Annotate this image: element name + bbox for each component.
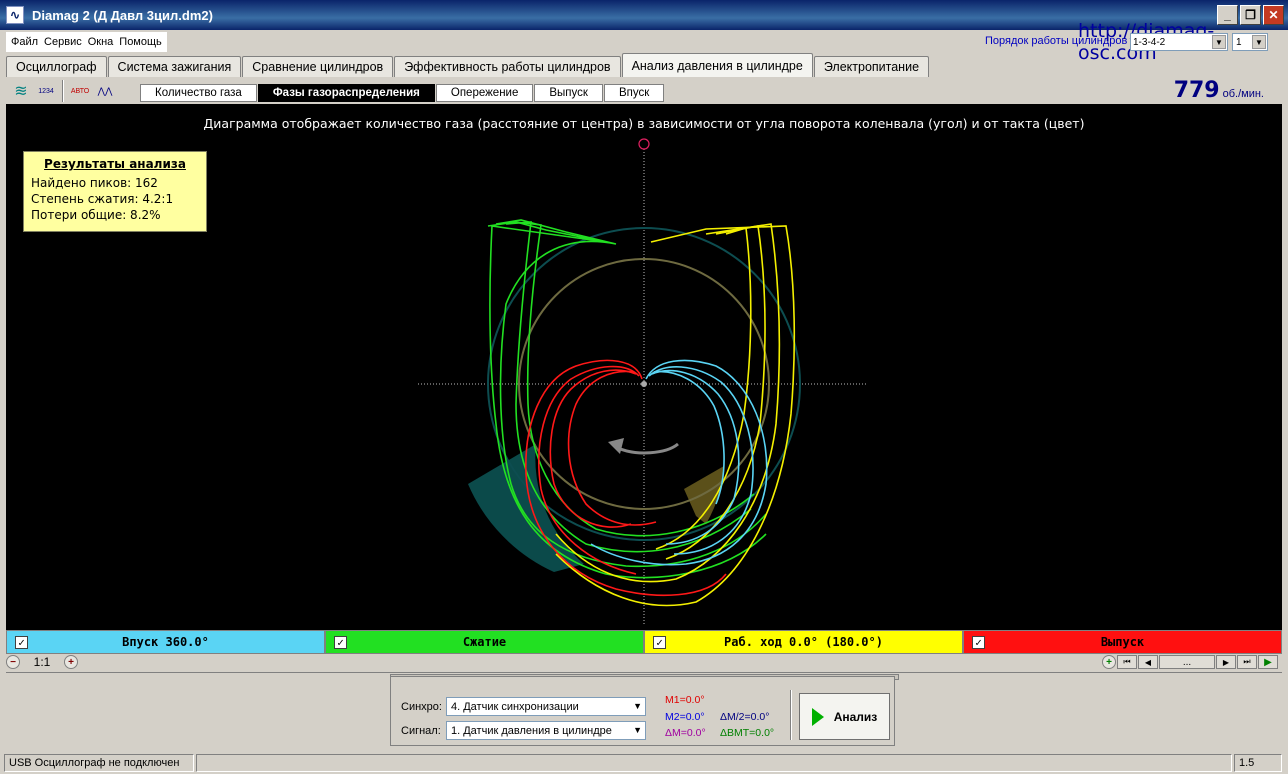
rpm-display: 779 об./мин. bbox=[1174, 78, 1264, 103]
phase-exhaust-label: Выпуск bbox=[1100, 635, 1145, 649]
phase-exhaust[interactable]: ✓ Выпуск bbox=[963, 630, 1282, 654]
chevron-down-icon: ▼ bbox=[1212, 35, 1226, 49]
phase-compression-label: Сжатие bbox=[462, 635, 507, 649]
cylinder-select[interactable]: 1 ▼ bbox=[1232, 33, 1268, 51]
panel-separator bbox=[790, 690, 792, 740]
phase-compression-checkbox[interactable]: ✓ bbox=[334, 635, 347, 649]
sync-wave-icon[interactable]: ≋ bbox=[10, 80, 32, 102]
window-title: Diamag 2 (Д Давл 3цил.dm2) bbox=[32, 7, 213, 23]
chevron-down-icon: ▼ bbox=[633, 701, 642, 711]
results-title: Результаты анализа bbox=[44, 157, 186, 171]
diagram-canvas[interactable]: Диаграмма отображает количество газа (ра… bbox=[6, 104, 1282, 630]
play-icon bbox=[811, 707, 824, 726]
zoom-out-button[interactable]: − bbox=[6, 655, 20, 669]
center-point bbox=[641, 381, 647, 387]
subtab-exhaust[interactable]: Выпуск bbox=[534, 84, 603, 102]
subtab-intake[interactable]: Впуск bbox=[603, 84, 665, 102]
analyze-button[interactable]: Анализ bbox=[799, 693, 890, 740]
first-frame-button[interactable]: ⏮ bbox=[1117, 655, 1137, 669]
play-button[interactable]: ▶ bbox=[1258, 655, 1278, 669]
status-version: 1.5 bbox=[1234, 754, 1282, 772]
main-tabs: Осциллограф Система зажигания Сравнение … bbox=[6, 53, 930, 77]
rotation-direction-arrow bbox=[617, 442, 679, 455]
marker-dtdc: ΔВМТ=0.0° bbox=[720, 727, 775, 739]
menu-windows[interactable]: Окна bbox=[85, 36, 117, 48]
numbering-icon[interactable]: 1234 bbox=[35, 80, 57, 102]
marker-m2: M2=0.0° bbox=[665, 711, 705, 723]
menu-service[interactable]: Сервис bbox=[41, 36, 85, 48]
subtab-gas-amount[interactable]: Количество газа bbox=[140, 84, 257, 102]
zoom-level: 1:1 bbox=[33, 655, 51, 669]
rpm-unit: об./мин. bbox=[1222, 88, 1264, 100]
cylinder-value: 1 bbox=[1236, 36, 1242, 48]
menu-help[interactable]: Помощь bbox=[116, 36, 165, 48]
menu-file[interactable]: Файл bbox=[8, 36, 41, 48]
toolbar-separator bbox=[62, 80, 64, 102]
chevron-down-icon: ▼ bbox=[633, 725, 642, 735]
tdc-marker bbox=[638, 138, 650, 150]
chevron-down-icon: ▼ bbox=[1252, 35, 1266, 49]
sub-tabs: Количество газа Фазы газораспределения О… bbox=[140, 84, 665, 102]
signal-source-value: 1. Датчик давления в цилиндре bbox=[451, 724, 612, 737]
next-frame-button[interactable]: ▶ bbox=[1216, 655, 1236, 669]
phase-power-checkbox[interactable]: ✓ bbox=[653, 635, 666, 649]
tab-cylinder-compare[interactable]: Сравнение цилиндров bbox=[242, 56, 394, 77]
results-peaks: Найдено пиков: 162 bbox=[31, 176, 158, 190]
zoom-navigation-row: − 1:1 + + ⏮ ◀ ... ▶ ⏭ ▶ bbox=[6, 654, 1282, 670]
tab-pressure-analysis[interactable]: Анализ давления в цилиндре bbox=[621, 53, 813, 77]
status-middle bbox=[196, 754, 1232, 772]
status-bar: USB Осциллограф не подключен 1.5 bbox=[0, 752, 1288, 774]
subtab-advance[interactable]: Опережение bbox=[435, 84, 534, 102]
results-compression: Степень сжатия: 4.2:1 bbox=[31, 192, 174, 206]
diagram-description: Диаграмма отображает количество газа (ра… bbox=[203, 116, 1085, 131]
marker-dm-half: ΔM/2=0.0° bbox=[720, 711, 770, 723]
phase-intake-checkbox[interactable]: ✓ bbox=[15, 635, 28, 649]
results-panel: Результаты анализа Найдено пиков: 162 Ст… bbox=[23, 151, 207, 232]
cylinder-order-select[interactable]: 1-3-4-2 ▼ bbox=[1130, 33, 1228, 51]
signal-label: Сигнал: bbox=[401, 725, 441, 737]
last-frame-button[interactable]: ⏭ bbox=[1237, 655, 1257, 669]
sync-source-value: 4. Датчик синхронизации bbox=[451, 700, 579, 713]
app-icon: ∿ bbox=[6, 6, 24, 24]
rpm-value: 779 bbox=[1173, 78, 1220, 103]
sync-source-select[interactable]: 4. Датчик синхронизации ▼ bbox=[446, 697, 646, 716]
phase-compression[interactable]: ✓ Сжатие bbox=[325, 630, 644, 654]
arrow-head-icon bbox=[608, 438, 624, 454]
tab-oscilloscope[interactable]: Осциллограф bbox=[6, 56, 107, 77]
tab-ignition[interactable]: Система зажигания bbox=[107, 56, 242, 77]
subtab-valve-timing[interactable]: Фазы газораспределения bbox=[257, 84, 435, 102]
status-connection: USB Осциллограф не подключен bbox=[4, 754, 194, 772]
sync-label: Синхро: bbox=[401, 701, 442, 713]
results-losses: Потери общие: 8.2% bbox=[31, 208, 161, 222]
tab-power-supply[interactable]: Электропитание bbox=[813, 56, 930, 77]
menu-bar: Файл Сервис Окна Помощь bbox=[6, 32, 167, 52]
phase-exhaust-checkbox[interactable]: ✓ bbox=[972, 635, 985, 649]
toolbar: ≋ 1234 АВТО ⋀⋀ bbox=[6, 78, 116, 104]
auto-icon[interactable]: АВТО bbox=[69, 80, 91, 102]
phase-power[interactable]: ✓ Раб. ход 0.0° (180.0°) bbox=[644, 630, 963, 654]
exhaust-sector bbox=[684, 466, 724, 524]
phase-intake[interactable]: ✓ Впуск 360.0° bbox=[6, 630, 325, 654]
frame-position[interactable]: ... bbox=[1159, 655, 1215, 669]
prev-frame-button[interactable]: ◀ bbox=[1138, 655, 1158, 669]
peaks-icon[interactable]: ⋀⋀ bbox=[94, 80, 116, 102]
phase-power-label: Раб. ход 0.0° (180.0°) bbox=[724, 635, 883, 649]
power-curves bbox=[555, 223, 796, 607]
zoom-in-button[interactable]: + bbox=[64, 655, 78, 669]
phase-legend: ✓ Впуск 360.0° ✓ Сжатие ✓ Раб. ход 0.0° … bbox=[6, 630, 1282, 654]
marker-dm: ΔM=0.0° bbox=[665, 727, 706, 739]
marker-m1: M1=0.0° bbox=[665, 694, 705, 706]
analyze-label: Анализ bbox=[833, 709, 878, 724]
add-marker-button[interactable]: + bbox=[1102, 655, 1116, 669]
tab-cylinder-efficiency[interactable]: Эффективность работы цилиндров bbox=[394, 56, 621, 77]
signal-source-select[interactable]: 1. Датчик давления в цилиндре ▼ bbox=[446, 721, 646, 740]
phase-intake-label: Впуск 360.0° bbox=[122, 635, 209, 649]
cylinder-order-value: 1-3-4-2 bbox=[1133, 36, 1166, 48]
